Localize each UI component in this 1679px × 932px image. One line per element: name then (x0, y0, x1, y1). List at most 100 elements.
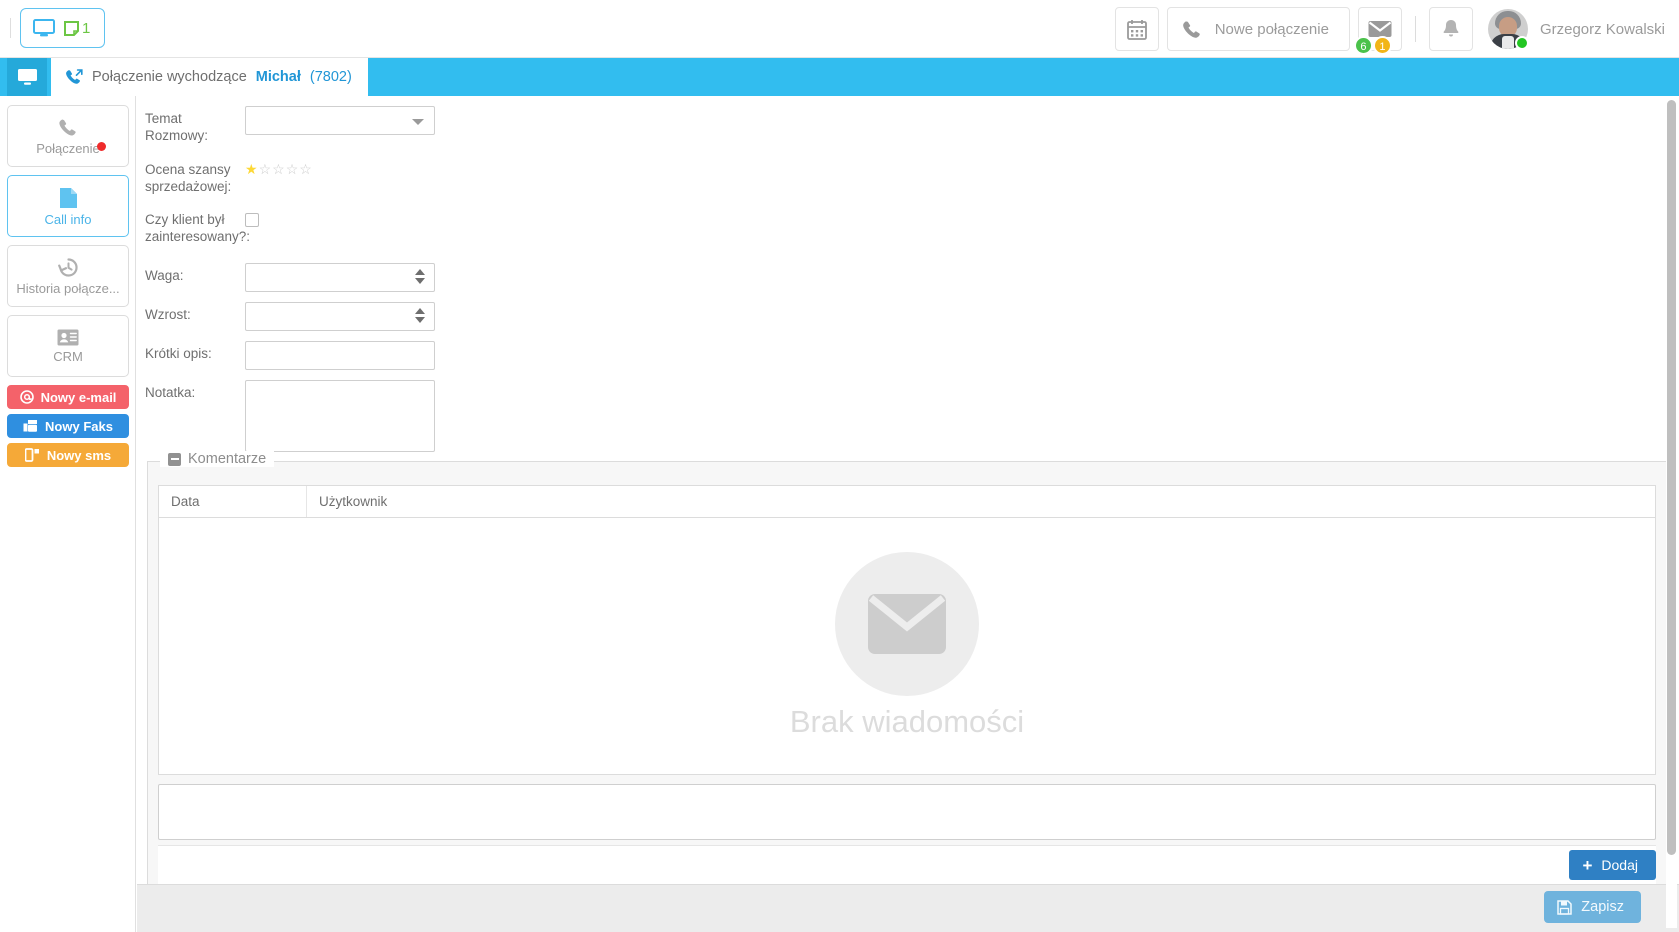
field-label: Krótki opis: (145, 346, 212, 361)
notifications-button[interactable] (1428, 7, 1473, 51)
new-fax-label: Nowy Faks (45, 418, 113, 434)
calendar-button[interactable] (1114, 7, 1159, 51)
star-2-empty[interactable]: ☆ (259, 161, 273, 177)
sidebar-item-label: Call info (44, 211, 92, 227)
field-row-zainteresowany: Czy klient był zainteresowany?: (145, 207, 625, 245)
star-5-empty[interactable]: ☆ (299, 161, 313, 177)
mail-button[interactable]: 6 1 (1353, 7, 1402, 55)
header-divider (10, 18, 11, 38)
tab-outgoing-call[interactable]: Połączenie wychodzące Michał (7802) (51, 58, 368, 96)
online-status-indicator (1514, 36, 1529, 50)
sales-chance-rating[interactable]: ★☆☆☆☆ (245, 157, 625, 178)
comments-empty-state: Brak wiadomości (159, 518, 1655, 774)
sms-icon (24, 448, 40, 462)
left-sidebar: Połączenie Call info Historia połącze... (0, 96, 136, 932)
tab-strip: Połączenie wychodzące Michał (7802) (0, 58, 1679, 96)
waga-number-input[interactable] (245, 263, 435, 292)
new-email-label: Nowy e-mail (40, 389, 117, 405)
envelope-icon (835, 552, 979, 696)
main-content-panel: Temat Rozmowy: Ocena szansy sprzedażowej… (137, 96, 1679, 932)
user-name-label[interactable]: Grzegorz Kowalski (1540, 21, 1665, 38)
contact-card-icon (57, 329, 79, 346)
tab-label: Połączenie wychodzące (92, 69, 247, 85)
mail-pending-badge: 1 (1372, 36, 1392, 55)
new-sms-button[interactable]: Nowy sms (7, 443, 129, 467)
tab-extension: (7802) (309, 69, 352, 85)
tab-contact-name: Michał (255, 69, 301, 85)
temat-rozmowy-select[interactable] (245, 106, 435, 135)
comments-legend[interactable]: Komentarze (160, 451, 275, 467)
sidebar-item-call-info[interactable]: Call info (7, 175, 129, 237)
history-icon (57, 257, 79, 278)
wzrost-number-input[interactable] (245, 302, 435, 331)
field-row-ocena: Ocena szansy sprzedażowej: ★☆☆☆☆ (145, 157, 625, 195)
field-row-temat: Temat Rozmowy: (145, 106, 625, 144)
sidebar-item-label: Historia połącze... (16, 281, 120, 296)
new-call-button[interactable]: Nowe połączenie (1166, 7, 1350, 51)
tab-home[interactable] (7, 58, 47, 96)
save-icon (1557, 899, 1573, 915)
field-label: Wzrost: (145, 307, 191, 322)
scrollbar-thumb[interactable] (1667, 100, 1676, 855)
mail-unread-badge: 6 (1353, 36, 1373, 55)
star-1-filled[interactable]: ★ (245, 161, 259, 177)
field-label: Waga: (145, 268, 184, 283)
star-4-empty[interactable]: ☆ (286, 161, 300, 177)
footer-action-bar: Zapisz (137, 884, 1679, 932)
new-call-label: Nowe połączenie (1214, 20, 1329, 38)
save-label: Zapisz (1581, 899, 1624, 915)
phone-icon (1182, 20, 1201, 39)
minus-icon[interactable] (168, 452, 181, 466)
sidebar-item-label: Połączenie (36, 140, 100, 156)
column-header-data[interactable]: Data (159, 486, 307, 517)
add-comment-label: Dodaj (1601, 857, 1638, 873)
notatka-textarea[interactable] (245, 380, 435, 452)
save-button[interactable]: Zapisz (1544, 891, 1641, 923)
column-header-uzytkownik[interactable]: Użytkownik (307, 486, 1655, 517)
at-icon (19, 390, 34, 404)
new-fax-button[interactable]: Nowy Faks (7, 414, 129, 438)
comment-add-row: + Dodaj (158, 845, 1656, 885)
header-right-group: Nowe połączenie 6 1 Grzegorz Kowalski (1114, 6, 1665, 55)
header-left-group: 1 (10, 8, 106, 48)
spinner-icon[interactable] (415, 308, 425, 323)
field-label: Ocena szansy sprzedażowej: (145, 162, 232, 194)
monitor-icon (33, 18, 55, 38)
field-row-krotki-opis: Krótki opis: (145, 341, 625, 370)
top-header-bar: 1 Nowe połączenie 6 1 Grzegorz Kowalski (0, 0, 1679, 58)
comment-input[interactable] (158, 784, 1656, 840)
note-count-value: 1 (82, 19, 91, 37)
sidebar-item-crm[interactable]: CRM (7, 315, 129, 377)
vertical-scrollbar[interactable] (1666, 100, 1677, 928)
field-label: Czy klient był zainteresowany?: (145, 212, 251, 244)
field-label: Notatka: (145, 385, 196, 400)
new-sms-label: Nowy sms (46, 447, 112, 463)
spinner-icon[interactable] (415, 269, 425, 284)
field-label: Temat Rozmowy: (145, 111, 209, 143)
new-email-button[interactable]: Nowy e-mail (7, 385, 129, 409)
avatar[interactable] (1487, 9, 1529, 50)
phone-icon (58, 118, 78, 138)
krotki-opis-input[interactable] (245, 341, 435, 370)
screen-selector-pill[interactable]: 1 (20, 8, 106, 48)
monitor-icon (17, 68, 38, 86)
sidebar-item-historia-polaczen[interactable]: Historia połącze... (7, 245, 129, 307)
comments-legend-label: Komentarze (188, 451, 267, 467)
header-separator (1414, 16, 1416, 42)
active-call-indicator (97, 142, 106, 151)
calendar-icon (1126, 19, 1147, 40)
field-row-wzrost: Wzrost: (145, 302, 625, 331)
empty-state-text: Brak wiadomości (789, 704, 1025, 739)
comments-grid: Data Użytkownik Brak wiadomości (158, 485, 1656, 775)
star-3-empty[interactable]: ☆ (272, 161, 286, 177)
call-info-form: Temat Rozmowy: Ocena szansy sprzedażowej… (145, 106, 625, 458)
add-comment-button[interactable]: + Dodaj (1569, 850, 1656, 880)
client-interested-checkbox[interactable] (245, 213, 259, 227)
note-count-group: 1 (64, 20, 90, 37)
plus-icon: + (1582, 855, 1593, 875)
sidebar-item-polaczenie[interactable]: Połączenie (7, 105, 129, 167)
field-row-notatka: Notatka: (145, 380, 625, 452)
comments-grid-header: Data Użytkownik (159, 486, 1655, 518)
fax-icon (23, 419, 38, 433)
outgoing-call-icon (65, 68, 83, 86)
